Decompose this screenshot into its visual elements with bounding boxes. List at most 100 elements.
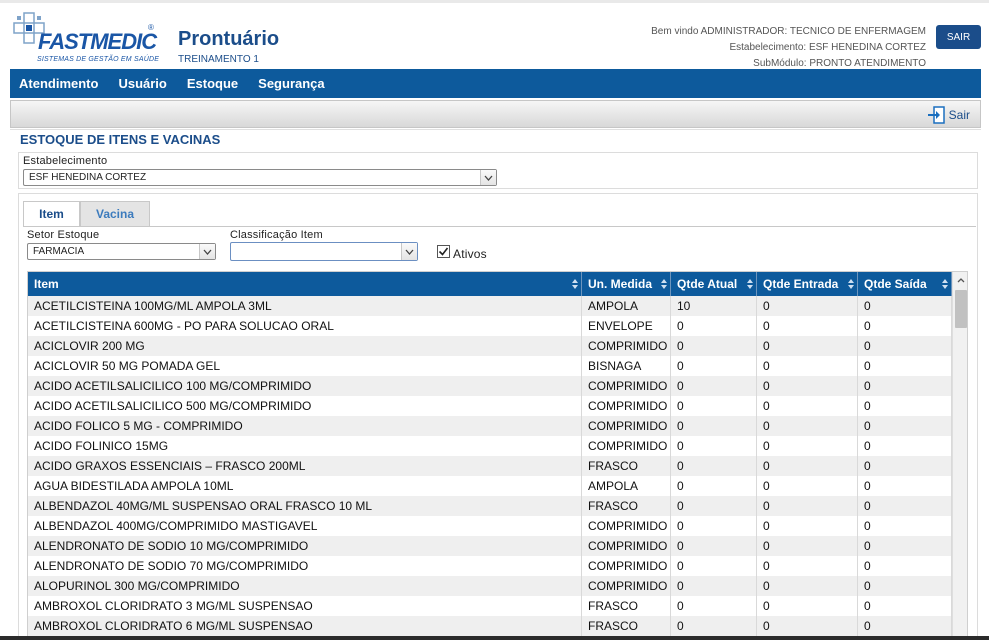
welcome-text: Bem vindo ADMINISTRADOR: TECNICO DE ENFE…	[651, 26, 926, 37]
column-header-qtde-saida[interactable]: Qtde Saída	[858, 272, 952, 296]
cell-unidade: COMPRIMIDO	[582, 556, 671, 576]
logout-button[interactable]: SAIR	[936, 25, 981, 49]
table-row[interactable]: ACIDO FOLINICO 15MG COMPRIMIDO 0 0 0	[28, 436, 952, 456]
cell-qtde-atual: 0	[671, 536, 757, 556]
column-header-item[interactable]: Item	[28, 272, 582, 296]
cell-qtde-saida: 0	[858, 336, 952, 356]
table-header: Item Un. Medida Qtde Atual Qtde Entrada …	[28, 272, 952, 296]
cell-qtde-saida: 0	[858, 316, 952, 336]
cell-item: ACETILCISTEINA 100MG/ML AMPOLA 3ML	[28, 296, 582, 316]
table-row[interactable]: ACIDO FOLICO 5 MG - COMPRIMIDO COMPRIMIDO…	[28, 416, 952, 436]
setor-estoque-select[interactable]: FARMACIA	[27, 243, 216, 260]
exit-button[interactable]: Sair	[927, 106, 970, 124]
cell-qtde-entrada: 0	[757, 456, 858, 476]
column-header-qtde-entrada[interactable]: Qtde Entrada	[757, 272, 858, 296]
cell-qtde-atual: 0	[671, 456, 757, 476]
cell-qtde-atual: 0	[671, 336, 757, 356]
table-row[interactable]: ACIDO ACETILSALICILICO 500 MG/COMPRIMIDO…	[28, 396, 952, 416]
table-row[interactable]: AGUA BIDESTILADA AMPOLA 10ML AMPOLA 0 0 0	[28, 476, 952, 496]
table-row[interactable]: ACIDO GRAXOS ESSENCIAIS – FRASCO 200ML FR…	[28, 456, 952, 476]
section-title: ESTOQUE DE ITENS E VACINAS	[20, 132, 221, 147]
cell-item: ACIDO ACETILSALICILICO 500 MG/COMPRIMIDO	[28, 396, 582, 416]
nav-item-atendimento[interactable]: Atendimento	[19, 76, 98, 91]
nav-item-seguranca[interactable]: Segurança	[258, 76, 324, 91]
column-header-unidade[interactable]: Un. Medida	[582, 272, 671, 296]
table-row[interactable]: ALBENDAZOL 40MG/ML SUSPENSAO ORAL FRASCO…	[28, 496, 952, 516]
table-row[interactable]: AMBROXOL CLORIDRATO 6 MG/ML SUSPENSAO FRA…	[28, 616, 952, 636]
cell-item: ALOPURINOL 300 MG/COMPRIMIDO	[28, 576, 582, 596]
cell-qtde-entrada: 0	[757, 496, 858, 516]
cell-qtde-entrada: 0	[757, 316, 858, 336]
cell-qtde-entrada: 0	[757, 296, 858, 316]
table-row[interactable]: ALBENDAZOL 400MG/COMPRIMIDO MASTIGAVEL CO…	[28, 516, 952, 536]
cell-item: ACETILCISTEINA 600MG - PO PARA SOLUCAO O…	[28, 316, 582, 336]
table-scrollbar[interactable]	[952, 272, 967, 639]
cell-item: ALBENDAZOL 400MG/COMPRIMIDO MASTIGAVEL	[28, 516, 582, 536]
classificacao-select[interactable]	[230, 242, 418, 261]
scroll-up-icon[interactable]	[953, 272, 967, 288]
nav-item-usuario[interactable]: Usuário	[118, 76, 166, 91]
cell-qtde-saida: 0	[858, 616, 952, 636]
cell-qtde-entrada: 0	[757, 616, 858, 636]
cell-qtde-atual: 0	[671, 416, 757, 436]
checkmark-icon	[438, 247, 449, 256]
cell-item: ACIDO ACETILSALICILICO 100 MG/COMPRIMIDO	[28, 376, 582, 396]
cell-qtde-saida: 0	[858, 496, 952, 516]
tab-vacina[interactable]: Vacina	[80, 201, 150, 226]
cell-qtde-entrada: 0	[757, 536, 858, 556]
cell-qtde-atual: 0	[671, 576, 757, 596]
cell-qtde-saida: 0	[858, 556, 952, 576]
cell-unidade: AMPOLA	[582, 476, 671, 496]
column-header-label: Qtde Saída	[864, 277, 927, 291]
cell-qtde-entrada: 0	[757, 416, 858, 436]
cell-qtde-saida: 0	[858, 356, 952, 376]
cell-qtde-entrada: 0	[757, 356, 858, 376]
table-row[interactable]: ACIDO ACETILSALICILICO 100 MG/COMPRIMIDO…	[28, 376, 952, 396]
cell-item: ACIDO FOLICO 5 MG - COMPRIMIDO	[28, 416, 582, 436]
cell-qtde-saida: 0	[858, 396, 952, 416]
table-row[interactable]: ALOPURINOL 300 MG/COMPRIMIDO COMPRIMIDO 0 0…	[28, 576, 952, 596]
table-row[interactable]: ACICLOVIR 200 MG COMPRIMIDO 0 0 0	[28, 336, 952, 356]
section-divider	[10, 129, 981, 130]
cell-qtde-entrada: 0	[757, 396, 858, 416]
scrollbar-thumb[interactable]	[955, 290, 967, 328]
ativos-checkbox[interactable]	[437, 245, 450, 258]
sort-icon	[572, 279, 578, 289]
cell-qtde-entrada: 0	[757, 516, 858, 536]
exit-label: Sair	[948, 108, 970, 122]
nav-item-estoque[interactable]: Estoque	[187, 76, 238, 91]
cell-unidade: COMPRIMIDO	[582, 376, 671, 396]
cell-item: ALENDRONATO DE SODIO 10 MG/COMPRIMIDO	[28, 536, 582, 556]
table-row[interactable]: ACICLOVIR 50 MG POMADA GEL BISNAGA 0 0 0	[28, 356, 952, 376]
table-row[interactable]: ACETILCISTEINA 100MG/ML AMPOLA 3ML AMPOLA…	[28, 296, 952, 316]
cell-qtde-saida: 0	[858, 436, 952, 456]
cell-qtde-entrada: 0	[757, 376, 858, 396]
table-row[interactable]: AMBROXOL CLORIDRATO 3 MG/ML SUSPENSAO FRA…	[28, 596, 952, 616]
column-header-qtde-atual[interactable]: Qtde Atual	[671, 272, 757, 296]
cell-qtde-saida: 0	[858, 456, 952, 476]
setor-estoque-value: FARMACIA	[33, 246, 85, 257]
cell-qtde-entrada: 0	[757, 336, 858, 356]
sort-icon	[747, 279, 753, 289]
column-header-label: Item	[34, 277, 59, 291]
table-row[interactable]: ALENDRONATO DE SODIO 70 MG/COMPRIMIDO COM…	[28, 556, 952, 576]
table-row[interactable]: ACETILCISTEINA 600MG - PO PARA SOLUCAO O…	[28, 316, 952, 336]
table-row[interactable]: ALENDRONATO DE SODIO 10 MG/COMPRIMIDO COM…	[28, 536, 952, 556]
cell-qtde-atual: 0	[671, 376, 757, 396]
cell-qtde-entrada: 0	[757, 556, 858, 576]
column-header-label: Qtde Atual	[677, 277, 738, 291]
cell-qtde-atual: 0	[671, 476, 757, 496]
establishment-text: Estabelecimento: ESF HENEDINA CORTEZ	[729, 42, 926, 53]
cell-item: ALBENDAZOL 40MG/ML SUSPENSAO ORAL FRASCO…	[28, 496, 582, 516]
cell-qtde-entrada: 0	[757, 436, 858, 456]
sort-icon	[661, 279, 667, 289]
taskbar-edge	[0, 636, 989, 640]
toolbar: Sair	[10, 100, 981, 128]
cell-qtde-saida: 0	[858, 576, 952, 596]
tab-item[interactable]: Item	[23, 201, 80, 226]
column-header-label: Qtde Entrada	[763, 277, 839, 291]
cell-qtde-saida: 0	[858, 516, 952, 536]
establishment-select[interactable]: ESF HENEDINA CORTEZ	[23, 169, 497, 186]
cell-unidade: FRASCO	[582, 496, 671, 516]
user-info: Bem vindo ADMINISTRADOR: TECNICO DE ENFE…	[651, 24, 926, 72]
